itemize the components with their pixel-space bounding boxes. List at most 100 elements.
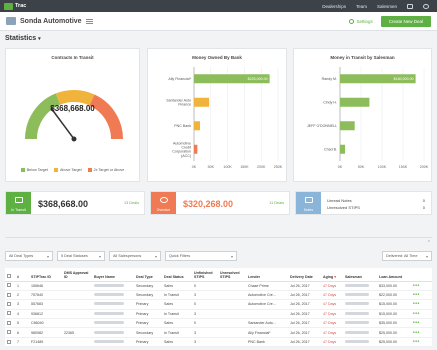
col-deal-status[interactable]: Deal Status — [162, 268, 192, 282]
row-checkbox[interactable] — [7, 311, 11, 316]
row-checkbox[interactable] — [7, 320, 11, 325]
unread-notes-count: 0 — [422, 198, 425, 203]
row-actions[interactable]: ••• — [411, 309, 432, 320]
row-select[interactable] — [5, 318, 15, 329]
category-label: PNC Bank — [174, 124, 191, 128]
table-row[interactable]: 2 757640 Secondary In Transit 3 Automotive Cr… — [5, 290, 432, 301]
statistics-header[interactable]: Statistics ▾ — [5, 35, 41, 42]
row-select[interactable] — [5, 281, 15, 291]
col-loan-amount[interactable]: Loan Amount — [377, 268, 411, 282]
row-select[interactable] — [5, 309, 15, 320]
category-label: Ally Financial* — [168, 77, 191, 81]
nav-salesmen[interactable]: Salesmen — [377, 4, 397, 9]
salespersons-select[interactable]: All Salespersons — [109, 251, 161, 261]
nav-dealerships[interactable]: Dealerships — [322, 4, 346, 9]
kpi-in-transit-deals[interactable]: 13 Deals — [124, 201, 139, 205]
row-actions-icon[interactable]: ••• — [413, 320, 420, 326]
col-unresolved-stips[interactable]: Unresolved STIPS — [218, 268, 246, 282]
row-actions[interactable]: ••• — [411, 281, 432, 291]
row-actions[interactable]: ••• — [411, 299, 432, 310]
table-row[interactable]: 1 155646 Secondary Sales 0 Chase Prime Jul 26,… — [5, 281, 432, 291]
row-actions-icon[interactable]: ••• — [413, 311, 420, 317]
legend-above: Above Target — [53, 168, 82, 172]
row-actions[interactable]: ••• — [411, 290, 432, 301]
row-select[interactable] — [5, 327, 15, 338]
tenant-logo — [6, 17, 16, 25]
collapse-icon[interactable]: ⌃ — [427, 240, 431, 246]
loan-amount: $15,000.00 — [377, 309, 411, 320]
select-all-checkbox[interactable] — [7, 274, 11, 279]
row-checkbox[interactable] — [7, 301, 11, 306]
deal-type: Secondary — [134, 327, 162, 338]
row-checkbox[interactable] — [7, 330, 11, 335]
loan-amount: $35,000.00 — [377, 318, 411, 329]
salesman — [343, 309, 377, 320]
deal-types-select[interactable]: All Deal Types — [5, 251, 53, 261]
kpi-in-transit[interactable]: In Transit $368,668.00 13 Deals — [5, 191, 145, 215]
contracts-value: $368,668.00 — [50, 104, 95, 113]
row-actions[interactable]: ••• — [411, 327, 432, 338]
col-lender[interactable]: Lender — [246, 268, 288, 282]
x-tick-label: 50K — [208, 165, 215, 169]
col-stiptrac-id[interactable]: STIPTrac ID — [29, 268, 62, 282]
row-checkbox[interactable] — [7, 292, 11, 297]
buyer-name — [92, 337, 134, 348]
col-buyer-name[interactable]: Buyer Name — [92, 268, 134, 282]
table-row[interactable]: 5 C86040 Primary Sales 0 Santander Auto... Jul… — [5, 318, 432, 329]
row-actions-icon[interactable]: ••• — [413, 301, 420, 307]
row-select[interactable] — [5, 290, 15, 301]
table-row[interactable]: 3 557683 Primary Sales 0 Automotive Cre... Jul… — [5, 299, 432, 310]
x-tick-label: 0K — [338, 165, 343, 169]
col-aging[interactable]: Aging ▾ — [321, 268, 343, 282]
row-actions-icon[interactable]: ••• — [413, 339, 420, 345]
buyer-name-redacted — [94, 311, 124, 315]
col-salesman[interactable]: Salesman — [343, 268, 377, 282]
row-actions[interactable]: ••• — [411, 337, 432, 348]
row-checkbox[interactable] — [7, 339, 11, 344]
settings-link[interactable]: Settings — [349, 18, 373, 24]
quick-filters-select[interactable]: Quick Filters — [165, 251, 237, 261]
row-actions-icon[interactable]: ••• — [413, 292, 420, 298]
x-tick-label: 150K — [399, 165, 408, 169]
kpi-overdue[interactable]: Overdue $320,268.00 11 Deals — [150, 191, 290, 215]
user-icon[interactable] — [423, 3, 429, 9]
gauge-hub — [71, 136, 77, 142]
kpi-notes[interactable]: Notes Unread Notes Unresolved STIPS 0 0 — [295, 191, 432, 215]
deal-status: In Transit — [162, 327, 192, 338]
row-select[interactable] — [5, 299, 15, 310]
aging: 47 Days — [321, 281, 343, 291]
top-nav: Dealerships Team Salesmen — [322, 3, 433, 9]
unresolved-stips — [218, 281, 246, 291]
col-unfinished-stips[interactable]: Unfinished STIPS — [192, 268, 218, 282]
table-row[interactable]: 6 980982 22365 Secondary In Transit 3 Ally Fin… — [5, 327, 432, 338]
row-number: 2 — [15, 290, 29, 301]
row-checkbox[interactable] — [7, 283, 11, 288]
row-actions-icon[interactable]: ••• — [413, 283, 420, 289]
app-logo[interactable]: Trac — [4, 2, 26, 10]
stiptrac-id: 757640 — [29, 290, 62, 301]
lender: Ally Financial* — [246, 327, 288, 338]
kpi-in-transit-value: $368,668.00 — [38, 199, 89, 209]
nav-team[interactable]: Team — [356, 4, 367, 9]
aging: 47 Days — [321, 299, 343, 310]
delivery-date: Jul 26, 2017 — [288, 327, 321, 338]
col-deal-type[interactable]: Deal Type — [134, 268, 162, 282]
row-actions[interactable]: ••• — [411, 318, 432, 329]
x-tick-label: 250K — [274, 165, 283, 169]
col-delivery-date[interactable]: Delivery Date — [288, 268, 321, 282]
table-row[interactable]: 7 F21489 Primary Sales 3 PNC Bank Jul 26, 2017… — [5, 337, 432, 348]
salesman — [343, 281, 377, 291]
kpi-overdue-deals[interactable]: 11 Deals — [269, 201, 284, 205]
aging: 47 Days — [321, 337, 343, 348]
create-new-deal-button[interactable]: Create New Deal — [380, 15, 431, 27]
loan-amount: $15,000.00 — [377, 299, 411, 310]
col-dms-approval-id[interactable]: DMS Approval ID — [62, 268, 92, 282]
row-actions-icon[interactable]: ••• — [413, 330, 420, 336]
mail-icon[interactable] — [407, 3, 413, 9]
table-row[interactable]: 4 936812 Primary In Transit 3 Jul 26, 2017 47 … — [5, 309, 432, 320]
deal-statuses-select[interactable]: 5 Deal Statuses — [57, 251, 105, 261]
lender: Chase Prime — [246, 281, 288, 291]
delivered-select[interactable]: Delivered: All Time — [382, 251, 432, 261]
menu-icon[interactable] — [85, 18, 93, 24]
row-select[interactable] — [5, 337, 15, 348]
